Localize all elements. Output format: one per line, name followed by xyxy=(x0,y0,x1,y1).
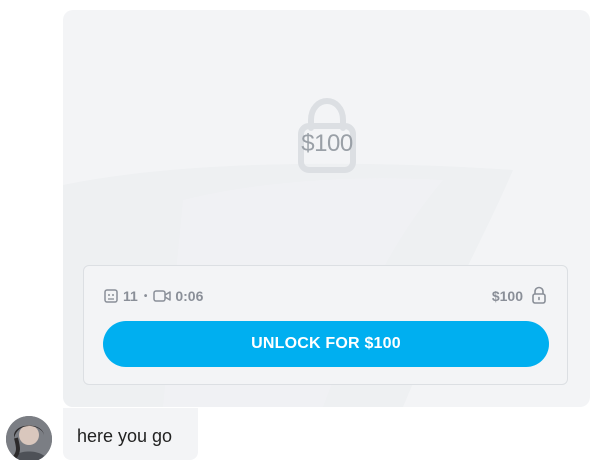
message-row: here you go xyxy=(0,408,600,460)
message-bubble: here you go xyxy=(63,408,198,460)
overlay-price: $100 xyxy=(301,130,353,157)
locked-media-card: $100 11 • 0:06 $100 UNLOCK FOR $100 xyxy=(63,10,590,407)
media-meta-row: 11 • 0:06 $100 xyxy=(104,284,547,308)
unlock-button[interactable]: UNLOCK FOR $100 xyxy=(103,321,549,367)
video-camera-icon xyxy=(153,289,172,303)
video-duration: 0:06 xyxy=(175,288,204,304)
lock-icon xyxy=(531,286,547,307)
unlock-panel: 11 • 0:06 $100 UNLOCK FOR $100 xyxy=(83,265,568,385)
locked-price-overlay: $100 xyxy=(295,98,359,174)
media-counts: 11 • 0:06 xyxy=(104,288,203,304)
avatar[interactable] xyxy=(6,416,52,460)
price-info: $100 xyxy=(492,286,547,307)
meta-separator: • xyxy=(143,290,148,302)
chat-view: $100 11 • 0:06 $100 UNLOCK FOR $100 here… xyxy=(0,0,600,460)
price-label: $100 xyxy=(491,288,523,304)
image-icon xyxy=(104,289,118,303)
image-count: 11 xyxy=(123,288,138,304)
